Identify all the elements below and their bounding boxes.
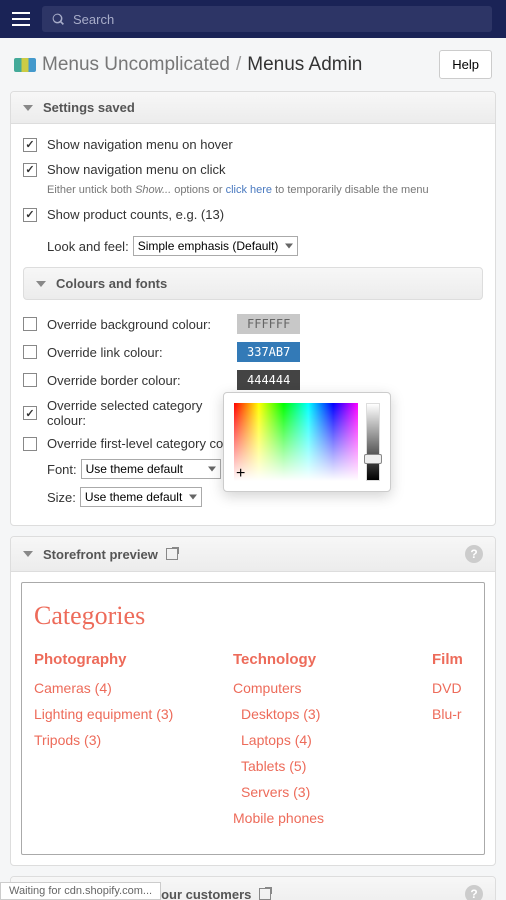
breadcrumb-separator: / bbox=[236, 54, 241, 76]
categories-heading: Categories bbox=[34, 601, 472, 631]
size-select[interactable]: Use theme default bbox=[80, 487, 202, 507]
help-icon[interactable]: ? bbox=[465, 885, 483, 900]
label-counts: Show product counts, e.g. (13) bbox=[47, 207, 224, 222]
label-first: Override first-level category colour: bbox=[47, 436, 249, 451]
hint-text: Either untick both Show... options or cl… bbox=[47, 182, 483, 202]
checkbox-bg[interactable] bbox=[23, 317, 37, 331]
search-field[interactable] bbox=[42, 6, 492, 32]
swatch-border[interactable]: 444444 bbox=[237, 370, 300, 390]
list-item[interactable]: Laptops (4) bbox=[241, 732, 402, 748]
list-item[interactable]: Tripods (3) bbox=[34, 732, 203, 748]
checkbox-counts[interactable] bbox=[23, 208, 37, 222]
preview-title: Storefront preview bbox=[43, 547, 158, 562]
list-item[interactable]: Computers bbox=[233, 680, 402, 696]
category-column-photography: Photography Cameras (4) Lighting equipme… bbox=[34, 651, 203, 836]
help-icon[interactable]: ? bbox=[465, 545, 483, 563]
preview-header[interactable]: Storefront preview ? bbox=[11, 537, 495, 572]
swatch-bg[interactable]: FFFFFF bbox=[237, 314, 300, 334]
list-item[interactable]: DVD bbox=[432, 680, 472, 696]
label-bg: Override background colour: bbox=[47, 317, 237, 332]
label-link: Override link colour: bbox=[47, 345, 237, 360]
external-link-icon[interactable] bbox=[259, 888, 271, 900]
search-input[interactable] bbox=[73, 12, 482, 27]
category-column-film: Film DVD Blu-r bbox=[432, 651, 472, 836]
settings-header[interactable]: Settings saved bbox=[11, 92, 495, 124]
checkbox-selected[interactable] bbox=[23, 406, 37, 420]
category-column-technology: Technology Computers Desktops (3) Laptop… bbox=[233, 651, 402, 836]
list-item[interactable]: Servers (3) bbox=[241, 784, 402, 800]
label-selected: Override selected category colour: bbox=[47, 398, 237, 428]
checkbox-click[interactable] bbox=[23, 163, 37, 177]
list-item[interactable]: Blu-r bbox=[432, 706, 472, 722]
look-label: Look and feel: bbox=[47, 239, 129, 254]
preview-panel: Storefront preview ? Categories Photogra… bbox=[10, 536, 496, 866]
size-label: Size: bbox=[47, 490, 76, 505]
click-here-link[interactable]: click here bbox=[226, 184, 272, 196]
font-select[interactable]: Use theme default bbox=[81, 459, 221, 479]
crosshair-icon: + bbox=[236, 466, 245, 482]
search-icon bbox=[52, 13, 65, 26]
list-item[interactable]: Desktops (3) bbox=[241, 706, 402, 722]
color-picker[interactable]: + bbox=[223, 392, 391, 492]
breadcrumb-current: Menus Admin bbox=[247, 54, 362, 76]
chevron-down-icon bbox=[36, 281, 46, 287]
list-item[interactable]: Cameras (4) bbox=[34, 680, 203, 696]
col-header[interactable]: Technology bbox=[233, 651, 402, 668]
color-picker-lightness[interactable] bbox=[366, 403, 380, 481]
list-item[interactable]: Mobile phones bbox=[233, 810, 402, 826]
chevron-down-icon bbox=[23, 105, 33, 111]
checkbox-first[interactable] bbox=[23, 437, 37, 451]
status-bar: Waiting for cdn.shopify.com... bbox=[0, 882, 161, 900]
list-item[interactable]: Tablets (5) bbox=[241, 758, 402, 774]
storefront-preview: Categories Photography Cameras (4) Light… bbox=[21, 582, 485, 855]
color-picker-gradient[interactable]: + bbox=[234, 403, 358, 481]
colours-title: Colours and fonts bbox=[56, 276, 167, 291]
menu-icon[interactable] bbox=[8, 6, 34, 32]
list-item[interactable]: Lighting equipment (3) bbox=[34, 706, 203, 722]
app-logo-icon bbox=[14, 58, 36, 72]
checkbox-link[interactable] bbox=[23, 345, 37, 359]
checkbox-hover[interactable] bbox=[23, 138, 37, 152]
font-label: Font: bbox=[47, 462, 77, 477]
main-scroll[interactable]: Menus Uncomplicated / Menus Admin Help S… bbox=[0, 38, 506, 900]
checkbox-border[interactable] bbox=[23, 373, 37, 387]
breadcrumb: Menus Uncomplicated / Menus Admin Help bbox=[0, 38, 506, 91]
col-header[interactable]: Photography bbox=[34, 651, 203, 668]
settings-title: Settings saved bbox=[43, 100, 135, 115]
external-link-icon[interactable] bbox=[166, 548, 178, 560]
label-hover: Show navigation menu on hover bbox=[47, 137, 233, 152]
label-click: Show navigation menu on click bbox=[47, 162, 226, 177]
slider-thumb[interactable] bbox=[364, 454, 382, 464]
chevron-down-icon bbox=[23, 551, 33, 557]
col-header[interactable]: Film bbox=[432, 651, 472, 668]
settings-panel: Settings saved Show navigation menu on h… bbox=[10, 91, 496, 526]
top-bar bbox=[0, 0, 506, 38]
look-select[interactable]: Simple emphasis (Default) bbox=[133, 236, 298, 256]
breadcrumb-app[interactable]: Menus Uncomplicated bbox=[42, 54, 230, 76]
label-border: Override border colour: bbox=[47, 373, 237, 388]
swatch-link[interactable]: 337AB7 bbox=[237, 342, 300, 362]
help-button[interactable]: Help bbox=[439, 50, 492, 79]
colours-header[interactable]: Colours and fonts bbox=[23, 267, 483, 300]
